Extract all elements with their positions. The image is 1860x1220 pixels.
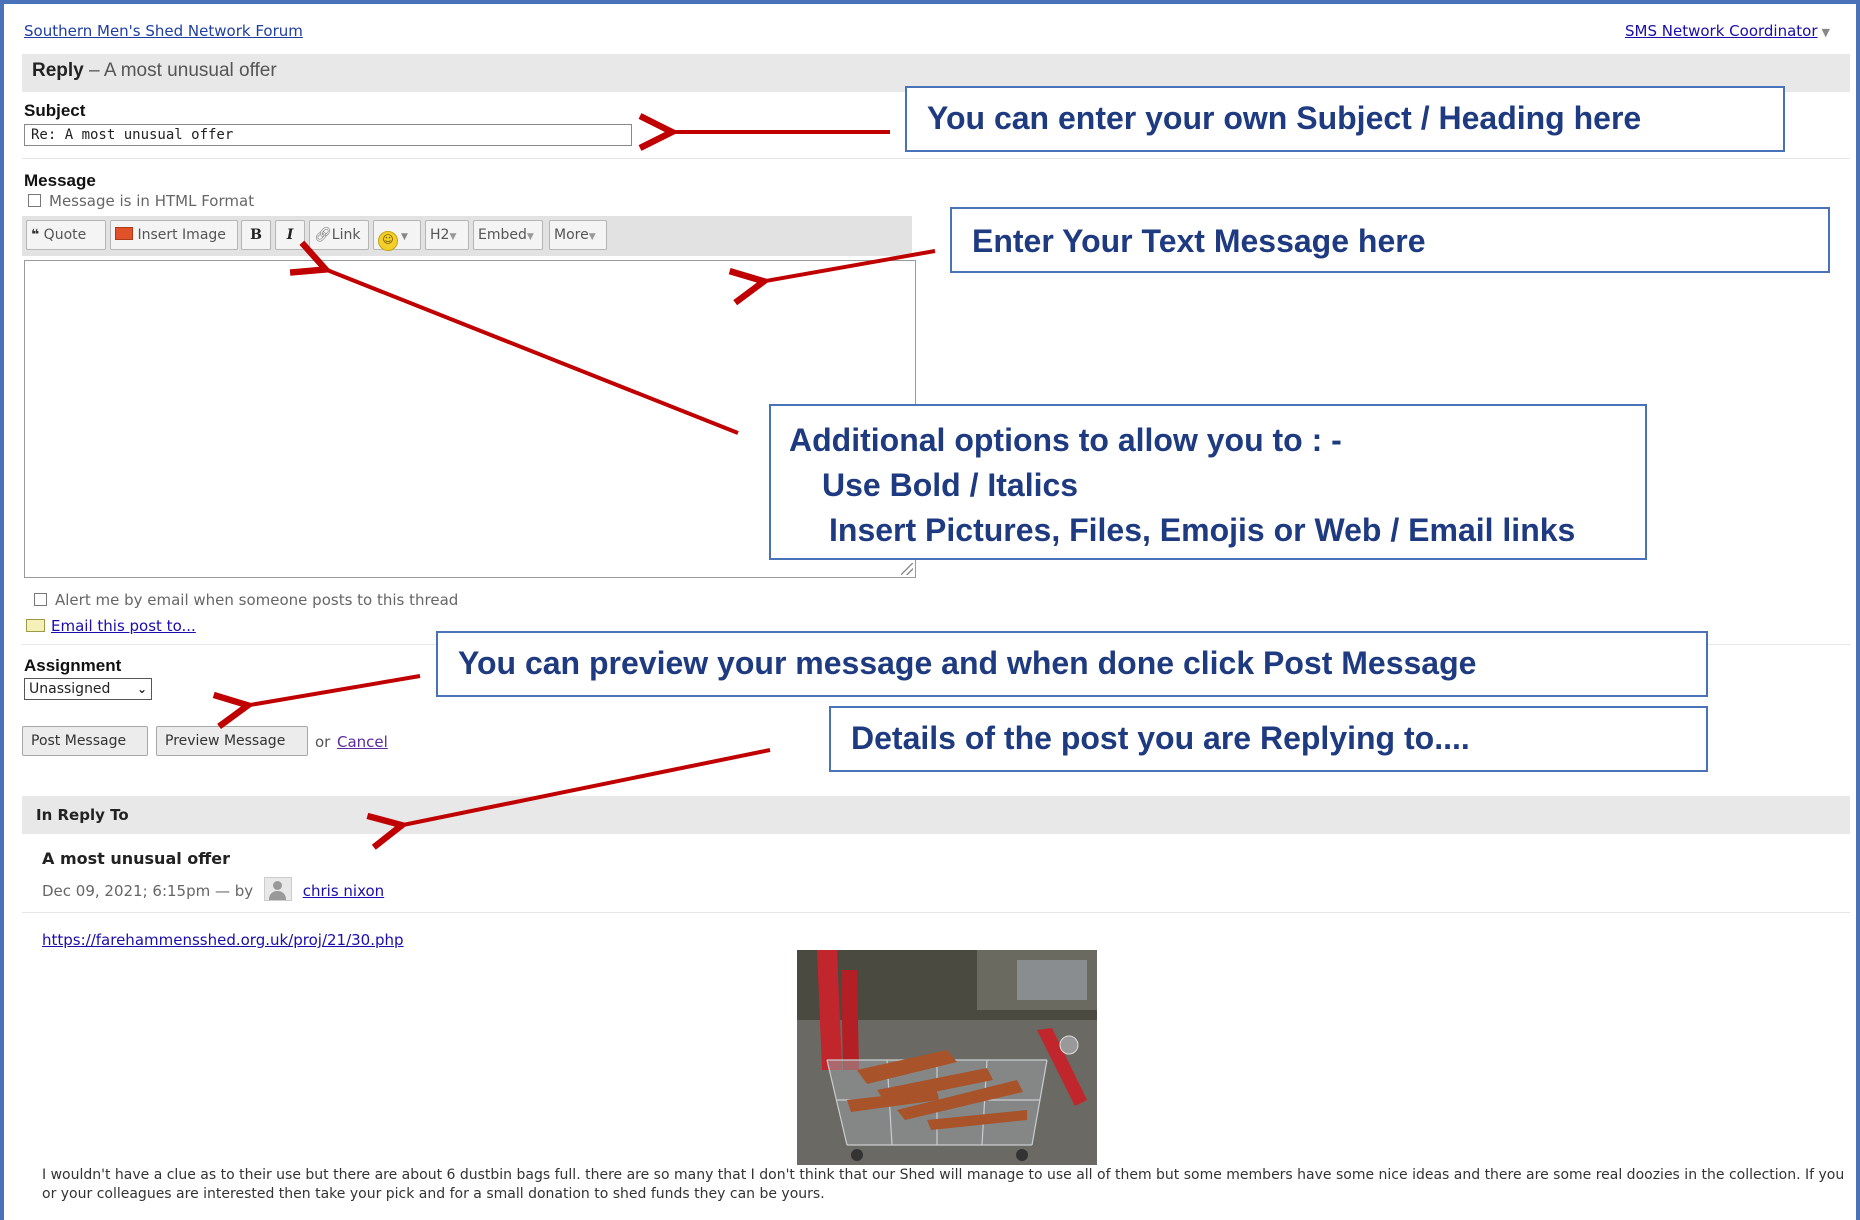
callout-subject: You can enter your own Subject / Heading…	[905, 86, 1785, 152]
callout-options-line-2: Use Bold / Italics	[822, 467, 1079, 503]
callout-details: Details of the post you are Replying to.…	[829, 706, 1708, 772]
callout-subject-text: You can enter your own Subject / Heading…	[927, 100, 1642, 136]
arrow-to-toolbar	[322, 268, 739, 435]
callout-options-line-3: Insert Pictures, Files, Emojis or Web / …	[829, 512, 1576, 548]
callout-options-line-1: Additional options to allow you to : -	[789, 422, 1342, 458]
callout-message-text: Enter Your Text Message here	[972, 223, 1426, 259]
callout-options: Additional options to allow you to : - U…	[769, 404, 1647, 560]
callout-details-text: Details of the post you are Replying to.…	[851, 720, 1470, 756]
callout-preview-text: You can preview your message and when do…	[458, 645, 1477, 681]
arrow-to-in-reply	[398, 748, 771, 826]
annotation-arrows	[0, 0, 936, 1220]
callout-message: Enter Your Text Message here	[950, 207, 1830, 273]
arrow-to-buttons	[244, 674, 421, 706]
callout-preview: You can preview your message and when do…	[436, 631, 1708, 697]
arrow-to-editor	[760, 249, 936, 282]
